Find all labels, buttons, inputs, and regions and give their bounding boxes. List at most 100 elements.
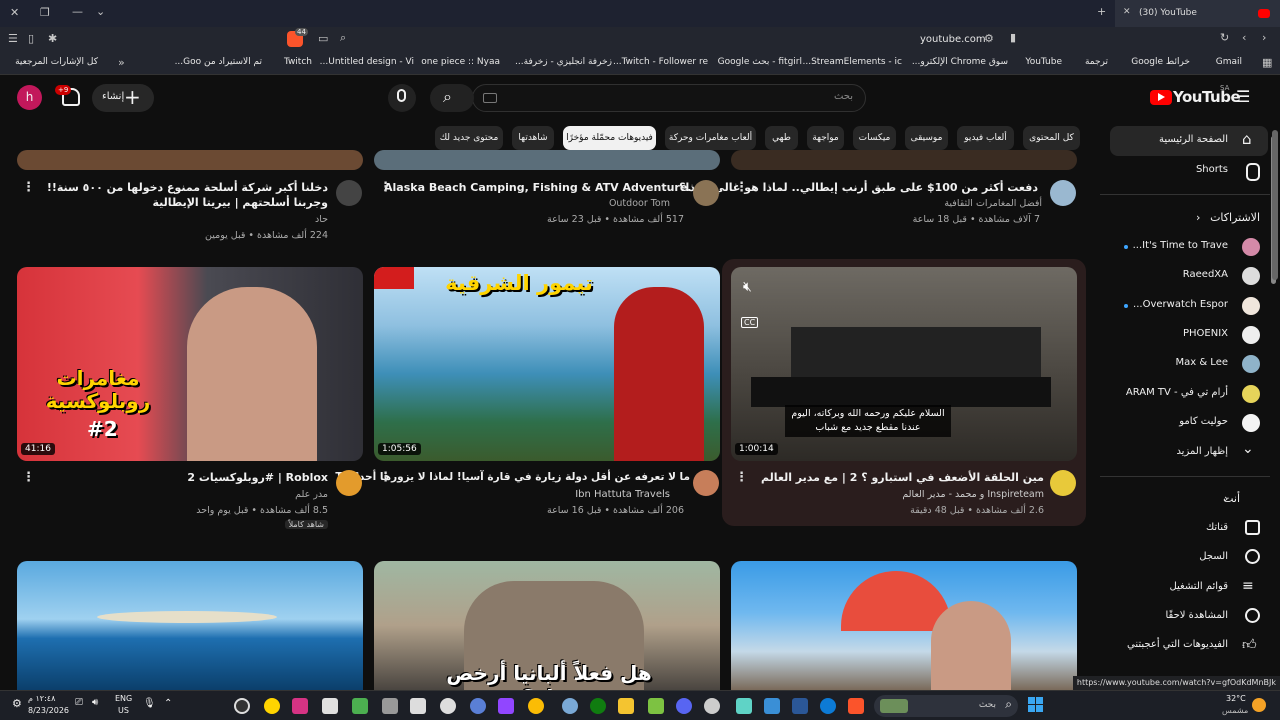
channel-avatar[interactable] bbox=[1050, 180, 1076, 206]
chrome-taskbar-icon[interactable] bbox=[528, 698, 544, 714]
address-text[interactable]: youtube.com bbox=[920, 34, 986, 45]
sidebar-item-subscription[interactable]: It's Time to Trave... bbox=[1110, 232, 1268, 262]
app-taskbar-icon[interactable] bbox=[410, 698, 426, 714]
more-vert-icon[interactable]: ⋮ bbox=[379, 180, 392, 195]
search-input[interactable]: بحث bbox=[472, 84, 866, 112]
weather-icon[interactable] bbox=[1252, 698, 1266, 712]
channel-avatar[interactable] bbox=[336, 180, 362, 206]
app-taskbar-icon[interactable] bbox=[470, 698, 486, 714]
app-taskbar-icon[interactable] bbox=[292, 698, 308, 714]
app-taskbar-icon[interactable] bbox=[322, 698, 338, 714]
chip-music[interactable]: موسيقى bbox=[905, 126, 948, 150]
reload-icon[interactable]: ↻ bbox=[1220, 31, 1229, 44]
chip-watched[interactable]: شاهدتها bbox=[512, 126, 554, 150]
main-scrollbar[interactable] bbox=[1272, 130, 1278, 280]
language-indicator[interactable]: ENG bbox=[115, 694, 132, 703]
brave-taskbar-icon[interactable] bbox=[848, 698, 864, 714]
forward-icon[interactable]: › bbox=[1262, 31, 1266, 44]
search-button[interactable]: ⌕ bbox=[430, 84, 474, 112]
app-taskbar-icon[interactable] bbox=[736, 698, 752, 714]
video-thumbnail[interactable] bbox=[17, 150, 363, 170]
word-taskbar-icon[interactable] bbox=[792, 698, 808, 714]
channel-name[interactable]: Inspireteam و محمد - مدير العالم bbox=[902, 489, 1044, 500]
xbox-taskbar-icon[interactable] bbox=[590, 698, 606, 714]
bookmark-icon[interactable]: ▮ bbox=[1010, 31, 1016, 44]
pip-icon[interactable]: ▭ bbox=[318, 32, 328, 45]
sidebar-toggle-icon[interactable]: ▯ bbox=[28, 32, 34, 45]
channel-avatar[interactable] bbox=[336, 470, 362, 496]
chip-cooking[interactable]: طهي bbox=[765, 126, 798, 150]
channel-name[interactable]: أفضل المغامرات الثقافية bbox=[944, 198, 1042, 209]
taskbar-time[interactable]: ١٢:٤٨ م bbox=[28, 694, 55, 703]
sidebar-item-subscription[interactable]: أرام تي في - ARAM TV bbox=[1110, 379, 1268, 409]
extensions-icon[interactable]: ✱ bbox=[48, 32, 57, 45]
bookmark-item[interactable]: خرائط Google bbox=[1131, 57, 1190, 67]
bookmark-item[interactable]: one piece :: Nyaa bbox=[421, 57, 500, 67]
sidebar-item-liked-videos[interactable]: الفيديوهات التي أعجبتني 👍︎ bbox=[1110, 631, 1268, 661]
app-taskbar-icon[interactable] bbox=[352, 698, 368, 714]
video-title[interactable]: Alaska Beach Camping, Fishing & ATV Adve… bbox=[384, 180, 691, 195]
browser-tab-youtube[interactable]: ✕ (30) YouTube bbox=[1115, 0, 1280, 27]
sidebar-item-subscription[interactable]: Max & Lee bbox=[1110, 349, 1268, 379]
app-taskbar-icon[interactable] bbox=[234, 698, 250, 714]
bookmark-item[interactable]: تم الاستيراد من Goo... bbox=[175, 57, 262, 67]
sidebar-item-subscription[interactable]: Overwatch Espor... bbox=[1110, 291, 1268, 321]
bookmark-item[interactable]: fitgirl - بحث Google bbox=[718, 57, 802, 67]
sidebar-item-subscription[interactable]: RaeedXA bbox=[1110, 261, 1268, 291]
bookmark-item[interactable]: StreamElements - ic... bbox=[802, 57, 902, 67]
volume-icon[interactable]: 🔊︎ bbox=[92, 697, 98, 708]
app-taskbar-icon[interactable] bbox=[704, 698, 720, 714]
app-taskbar-icon[interactable] bbox=[264, 698, 280, 714]
back-icon[interactable]: ‹ bbox=[1242, 31, 1246, 44]
more-vert-icon[interactable]: ⋮ bbox=[22, 180, 35, 195]
chip-mixes[interactable]: ميكسات bbox=[853, 126, 896, 150]
video-title[interactable]: دخلنا أكبر شركة أسلحة ممنوع دخولها من ٥٠… bbox=[28, 180, 328, 210]
chip-recently-uploaded[interactable]: فيديوهات محمّلة مؤخرًا bbox=[563, 126, 656, 150]
bookmark-item[interactable]: Twitch bbox=[284, 57, 312, 67]
channel-name[interactable]: مدر علم bbox=[295, 489, 328, 500]
menu-icon[interactable]: ☰ bbox=[8, 32, 18, 45]
video-thumbnail[interactable] bbox=[17, 561, 363, 690]
mic-icon[interactable]: 🎙︎ bbox=[143, 698, 156, 709]
channel-name[interactable]: حاد bbox=[315, 214, 328, 225]
file-explorer-icon[interactable] bbox=[618, 698, 634, 714]
bookmark-item[interactable]: Twitch - Follower re... bbox=[613, 57, 708, 67]
sidebar-item-subscription[interactable]: حوليت كامو bbox=[1110, 408, 1268, 438]
youtube-logo-icon[interactable] bbox=[1150, 90, 1172, 105]
site-settings-icon[interactable]: ⚙ bbox=[984, 32, 994, 45]
twitch-taskbar-icon[interactable] bbox=[498, 698, 514, 714]
show-more-button[interactable]: إظهار المزيد ⌄ bbox=[1110, 438, 1268, 468]
channel-name[interactable]: Outdoor Tom bbox=[609, 198, 670, 209]
keyboard-icon[interactable] bbox=[483, 93, 497, 103]
search-page-icon[interactable]: ⌕ bbox=[340, 31, 346, 45]
create-button[interactable]: + إنشاء bbox=[92, 84, 154, 112]
bookmark-item[interactable]: زخرفة انجليزي - زخرفة... bbox=[515, 57, 612, 67]
video-thumbnail[interactable] bbox=[731, 150, 1077, 170]
app-taskbar-icon[interactable] bbox=[440, 698, 456, 714]
app-taskbar-icon[interactable] bbox=[382, 698, 398, 714]
bookmark-item[interactable]: كل الإشارات المرجعية bbox=[15, 57, 98, 67]
notifications-icon[interactable]: ⚙ bbox=[12, 697, 22, 710]
voice-search-button[interactable] bbox=[388, 84, 416, 112]
more-vert-icon[interactable]: ⋮ bbox=[22, 470, 35, 485]
minimize-window-icon[interactable]: — bbox=[72, 5, 83, 18]
closed-captions-icon[interactable]: CC bbox=[741, 317, 759, 328]
sidebar-item-subscription[interactable]: PHOENIX bbox=[1110, 320, 1268, 350]
video-thumbnail[interactable]: مغامرات روبلوكسية #2 41:16 bbox=[17, 267, 363, 461]
app-taskbar-icon[interactable] bbox=[648, 698, 664, 714]
start-button[interactable] bbox=[1028, 697, 1044, 713]
video-thumbnail[interactable] bbox=[731, 561, 1077, 690]
close-tab-icon[interactable]: ✕ bbox=[1123, 7, 1131, 17]
video-title[interactable]: مين الحلقة الأضعف في استبارو ؟ 2 | مع مد… bbox=[761, 470, 1044, 485]
sidebar-item-playlists[interactable]: قوائم التشغيل ≡ bbox=[1110, 573, 1268, 603]
more-vert-icon[interactable]: ⋮ bbox=[735, 180, 748, 195]
sidebar-item-your-channel[interactable]: قناتك bbox=[1110, 514, 1268, 544]
sidebar-item-watch-later[interactable]: المشاهدة لاحقًا bbox=[1110, 602, 1268, 632]
close-window-icon[interactable]: ✕ bbox=[10, 6, 19, 19]
video-thumbnail[interactable]: 🔇︎ CC السلام عليكم ورحمه الله وبركاته، ا… bbox=[731, 267, 1077, 461]
subscriptions-header[interactable]: الاشتراكات bbox=[1210, 211, 1260, 224]
mute-icon[interactable]: 🔇︎ bbox=[743, 279, 752, 295]
network-icon[interactable]: ⎚ bbox=[75, 697, 83, 708]
channel-name[interactable]: Ibn Hattuta Travels bbox=[575, 489, 670, 500]
apps-grid-icon[interactable]: ▦ bbox=[1262, 56, 1272, 69]
